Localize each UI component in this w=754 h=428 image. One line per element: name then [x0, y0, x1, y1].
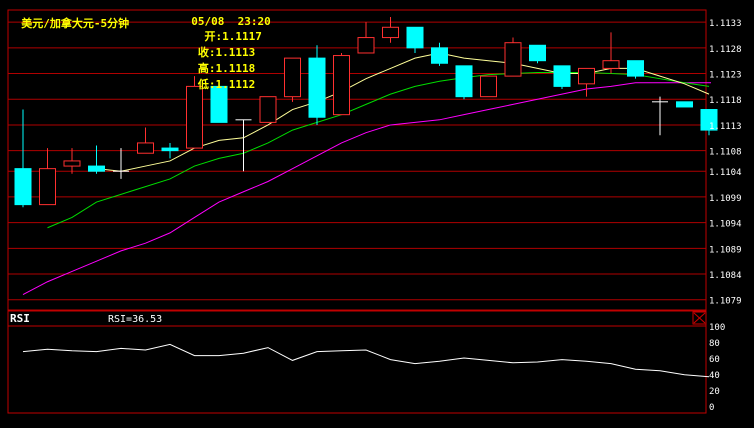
candlestick [63, 148, 81, 174]
candlestick [676, 101, 693, 108]
candle-body [455, 65, 473, 98]
price-tick-label: 1.1089 [709, 245, 742, 255]
candlesticks [14, 17, 718, 208]
candle-body [63, 160, 81, 167]
candle-body [333, 55, 350, 116]
candlestick [161, 142, 179, 159]
price-tick-label: 1.1094 [709, 220, 742, 230]
main-panel-border [7, 9, 707, 311]
candlestick [431, 42, 448, 66]
rsi-tick-label: 100 [709, 323, 725, 333]
low-label: 低: [197, 78, 216, 91]
price-tick-label: 1.1123 [709, 71, 742, 81]
quote-header: 05/08 23:20 开:1.1117 收:1.1113 高:1.1118 低… [178, 2, 271, 92]
candle-body [529, 44, 546, 62]
price-tick-label: 1.1128 [709, 45, 742, 55]
ma-long-line [22, 82, 711, 296]
price-tick-label: 1.1099 [709, 194, 742, 204]
candle-body [406, 26, 424, 49]
candle-body [137, 142, 154, 154]
candlestick [455, 65, 473, 100]
rsi-value-text: RSI=36.53 [108, 314, 162, 325]
candlestick [382, 17, 399, 43]
price-tick-label: 1.1079 [709, 297, 742, 307]
chart-header: 美元/加拿大元-5分钟 [8, 2, 129, 31]
price-tick-label: 1.1113 [709, 122, 742, 132]
candlestick [113, 148, 129, 179]
candlestick [137, 127, 154, 154]
candle-body [161, 147, 179, 152]
candlestick [39, 148, 56, 206]
candle-body [308, 57, 326, 118]
rsi-panel-title: RSI [10, 312, 30, 325]
candlestick [14, 109, 32, 208]
close-label: 收: [197, 46, 216, 59]
candlestick [504, 37, 522, 77]
candlestick [308, 45, 326, 125]
candle-body [431, 47, 448, 64]
high-label: 高: [197, 62, 216, 75]
candlestick [357, 22, 375, 54]
open-value: 1.1117 [222, 30, 262, 43]
candle-body [553, 65, 571, 87]
candle-body [88, 165, 105, 172]
candlestick [480, 75, 497, 98]
candle-body [284, 57, 301, 98]
close-value: 1.1113 [215, 46, 256, 59]
rsi-tick-label: 20 [709, 387, 720, 397]
candle-body [186, 85, 203, 149]
candle-body [14, 168, 32, 206]
chart-canvas: 1.1133 1.1128 1.1123 1.1118 1.1113 1.1108 1.11… [7, 9, 742, 414]
price-tick-label: 1.1118 [709, 96, 742, 106]
price-tick-label: 1.1108 [709, 148, 742, 158]
rsi-tick-label: 40 [709, 371, 720, 381]
candle-body [259, 96, 277, 123]
candlestick [652, 96, 668, 136]
rsi-close-icon[interactable] [692, 311, 707, 325]
candle-body [627, 60, 644, 77]
rsi-tick-label: 60 [709, 355, 720, 365]
instrument-title: 美元/加拿大元-5分钟 [21, 17, 130, 30]
price-tick-label: 1.1133 [709, 19, 742, 29]
high-value: 1.1118 [215, 62, 256, 75]
price-tick-label: 1.1104 [709, 168, 742, 178]
candle-body [578, 67, 595, 85]
candlestick [578, 67, 595, 97]
candle-body [39, 168, 56, 206]
moving-averages [22, 52, 711, 296]
candle-body [602, 60, 620, 69]
rsi-line [22, 343, 710, 378]
candlestick [602, 32, 620, 74]
quote-datetime: 05/08 23:20 [191, 15, 271, 28]
price-tick-label: 1.1084 [709, 271, 742, 281]
rsi-tick-label: 0 [709, 403, 714, 413]
candle-body [480, 75, 497, 98]
candlestick [259, 96, 277, 123]
low-value: 1.1112 [215, 78, 256, 91]
candlestick [627, 60, 644, 79]
candlestick [529, 44, 546, 64]
candlestick [284, 57, 301, 102]
open-label: 开: [204, 30, 223, 43]
rsi-panel: 100 80 60 40 20 0 [22, 323, 725, 413]
candlestick [88, 145, 105, 174]
candlestick [406, 26, 424, 53]
price-grid [8, 21, 706, 301]
candlestick [553, 65, 571, 89]
candle-body [382, 26, 399, 39]
price-axis: 1.1133 1.1128 1.1123 1.1118 1.1113 1.1108 1.11… [709, 19, 742, 307]
candle-body [676, 101, 693, 108]
candlestick [333, 52, 350, 116]
candle-body [504, 42, 522, 77]
rsi-tick-label: 80 [709, 339, 720, 349]
candle-body [357, 37, 375, 54]
candlestick [235, 119, 252, 172]
